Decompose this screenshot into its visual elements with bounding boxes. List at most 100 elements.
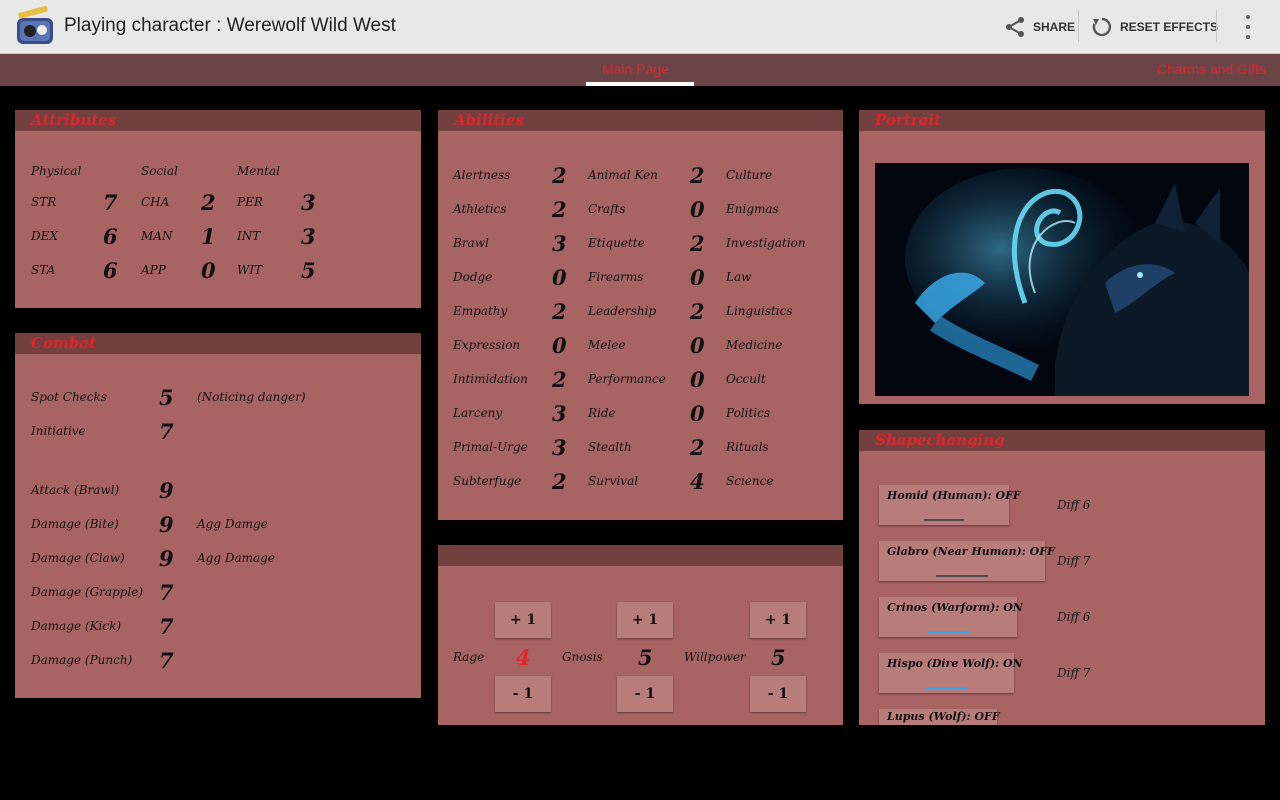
crinos-toggle[interactable]: Crinos (Warform): ON xyxy=(879,597,1023,637)
ability-value: 0 xyxy=(552,333,567,358)
ability-label: Brawl xyxy=(453,236,489,250)
divider xyxy=(1078,10,1079,42)
attr-header-social: Social xyxy=(141,164,178,178)
attr-value: 2 xyxy=(201,190,216,215)
combat-label: Damage (Claw) xyxy=(31,551,125,565)
ability-label: Law xyxy=(726,270,752,284)
ability-label: Etiquette xyxy=(588,236,645,250)
portrait-image[interactable] xyxy=(875,163,1249,396)
attr-value: 6 xyxy=(103,224,118,249)
reset-effects-label: RESET EFFECTS xyxy=(1120,20,1219,34)
attr-value: 1 xyxy=(201,224,216,249)
lupus-toggle[interactable]: Lupus (Wolf): OFF xyxy=(879,709,1000,725)
ability-label: Athletics xyxy=(453,202,507,216)
ability-value: 2 xyxy=(552,469,567,494)
share-icon xyxy=(1006,17,1024,37)
combat-panel: Combat Spot Checks 5 (Noticing danger) I… xyxy=(15,333,421,698)
ability-label: Performance xyxy=(588,372,666,386)
reset-icon xyxy=(1092,17,1112,37)
attr-value: 7 xyxy=(103,190,118,215)
homid-diff: Diff 6 xyxy=(1057,498,1091,512)
ability-value: 3 xyxy=(552,435,567,460)
abilities-panel: Abilities Alertness 2 Animal Ken 2 Cultu… xyxy=(438,110,843,520)
ability-label: Melee xyxy=(588,338,626,352)
attr-value: 0 xyxy=(201,258,216,283)
ability-label: Ride xyxy=(588,406,616,420)
gnosis-label: Gnosis xyxy=(562,650,603,664)
gnosis-decrement-button[interactable]: - 1 xyxy=(617,676,673,712)
glabro-toggle[interactable]: Glabro (Near Human): OFF xyxy=(879,541,1055,581)
ability-value: 2 xyxy=(690,163,705,188)
ability-label: Firearms xyxy=(588,270,644,284)
attr-value: 3 xyxy=(301,224,316,249)
portrait-panel: Portrait xyxy=(859,110,1265,404)
ability-value: 0 xyxy=(690,197,705,222)
ability-value: 0 xyxy=(690,401,705,426)
resources-panel: + 1 + 1 + 1 Rage 4 Gnosis 5 Willpower 5 … xyxy=(438,545,843,725)
attr-header-mental: Mental xyxy=(237,164,280,178)
willpower-increment-button[interactable]: + 1 xyxy=(750,602,806,638)
willpower-decrement-button[interactable]: - 1 xyxy=(750,676,806,712)
abilities-title: Abilities xyxy=(438,110,843,131)
tab-indicator xyxy=(586,82,694,86)
attr-label: STR xyxy=(31,195,57,209)
combat-value: 9 xyxy=(159,478,174,503)
combat-label: Damage (Kick) xyxy=(31,619,122,633)
willpower-label: Willpower xyxy=(684,650,746,664)
ability-label: Alertness xyxy=(453,168,511,182)
ability-value: 3 xyxy=(552,231,567,256)
combat-value: 7 xyxy=(159,648,174,673)
tab-bar: Main Page Charms and Gifts xyxy=(0,54,1280,86)
attr-label: STA xyxy=(31,263,56,277)
ability-label: Animal Ken xyxy=(588,168,658,182)
attr-label: APP xyxy=(141,263,166,277)
ability-value: 0 xyxy=(690,367,705,392)
rage-decrement-button[interactable]: - 1 xyxy=(495,676,551,712)
attributes-title: Attributes xyxy=(15,110,421,131)
share-button[interactable]: SHARE xyxy=(1003,10,1075,44)
ability-label: Rituals xyxy=(726,440,769,454)
combat-label: Initiative xyxy=(31,424,86,438)
combat-note: Agg Damage xyxy=(197,551,275,565)
ability-label: Stealth xyxy=(588,440,632,454)
share-label: SHARE xyxy=(1033,20,1076,34)
hispo-toggle[interactable]: Hispo (Dire Wolf): ON xyxy=(879,653,1023,693)
attr-label: INT xyxy=(237,229,261,243)
rage-increment-button[interactable]: + 1 xyxy=(495,602,551,638)
ability-value: 2 xyxy=(690,435,705,460)
hispo-diff: Diff 7 xyxy=(1057,666,1091,680)
ability-value: 2 xyxy=(552,367,567,392)
tab-main-page[interactable]: Main Page xyxy=(602,61,669,77)
toggle-indicator xyxy=(936,575,988,577)
attr-label: PER xyxy=(237,195,263,209)
ability-label: Investigation xyxy=(726,236,806,250)
attr-label: DEX xyxy=(31,229,58,243)
ability-label: Survival xyxy=(588,474,639,488)
ability-label: Empathy xyxy=(453,304,508,318)
attr-label: WIT xyxy=(237,263,263,277)
ability-label: Politics xyxy=(726,406,771,420)
ability-value: 3 xyxy=(552,401,567,426)
app-icon[interactable] xyxy=(14,6,56,46)
ability-label: Leadership xyxy=(588,304,657,318)
ability-label: Larceny xyxy=(453,406,503,420)
crinos-toggle-label: Crinos (Warform): ON xyxy=(887,601,1023,614)
reset-effects-button[interactable]: RESET EFFECTS xyxy=(1090,10,1218,44)
ability-value: 0 xyxy=(552,265,567,290)
overflow-menu-icon[interactable] xyxy=(1238,12,1258,42)
shapechanging-title: Shapechanging xyxy=(859,430,1265,451)
combat-note: (Noticing danger) xyxy=(197,390,306,404)
ability-label: Occult xyxy=(726,372,766,386)
tab-charms-and-gifts[interactable]: Charms and Gifts xyxy=(1157,61,1266,77)
ability-value: 4 xyxy=(690,469,705,494)
homid-toggle[interactable]: Homid (Human): OFF xyxy=(879,485,1021,525)
gnosis-increment-button[interactable]: + 1 xyxy=(617,602,673,638)
toggle-indicator xyxy=(924,519,964,521)
ability-label: Crafts xyxy=(588,202,626,216)
ability-label: Dodge xyxy=(453,270,493,284)
attr-value: 6 xyxy=(103,258,118,283)
ability-label: Expression xyxy=(453,338,521,352)
combat-label: Damage (Bite) xyxy=(31,517,119,531)
attr-label: CHA xyxy=(141,195,170,209)
attr-label: MAN xyxy=(141,229,173,243)
